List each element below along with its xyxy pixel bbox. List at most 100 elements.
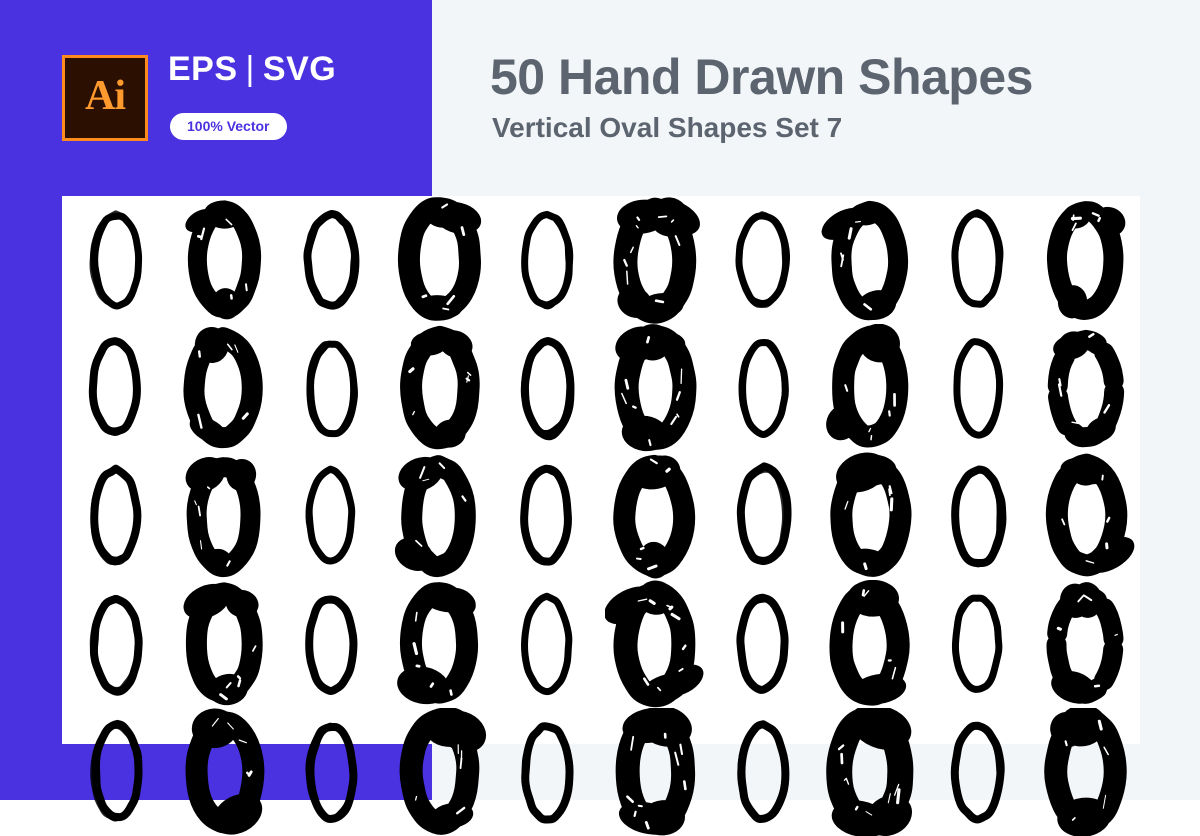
file-formats: EPS | SVG (168, 50, 336, 89)
shapes-canvas (62, 196, 1140, 836)
oval-shape-26 (613, 454, 696, 579)
shape-cell (385, 196, 493, 324)
format-eps-label: EPS (168, 50, 238, 88)
shape-cell (170, 196, 278, 324)
shape-cell (601, 196, 709, 324)
shape-cell (709, 708, 817, 836)
oval-shape-39 (952, 594, 1003, 693)
shape-cell (493, 708, 601, 836)
shape-cell (924, 708, 1032, 836)
oval-shape-47 (736, 720, 790, 824)
shape-cell (493, 452, 601, 580)
oval-shape-19 (953, 338, 1004, 439)
vector-badge: 100% Vector (170, 113, 287, 140)
oval-shape-5 (521, 210, 574, 310)
shape-cell (709, 580, 817, 708)
header-left-block: Ai EPS | SVG 100% Vector (0, 0, 432, 196)
shape-cell (924, 324, 1032, 452)
shape-cell (709, 196, 817, 324)
shape-cell (278, 452, 386, 580)
shape-cell (1032, 196, 1140, 324)
poster-root: Ai EPS | SVG 100% Vector 50 Hand Drawn Sha… (0, 0, 1200, 836)
oval-shape-29 (951, 465, 1007, 568)
oval-shape-8 (822, 200, 909, 321)
shape-cell (924, 196, 1032, 324)
oval-shape-27 (736, 462, 792, 566)
oval-shape-2 (185, 200, 261, 320)
oval-shape-20 (1047, 329, 1125, 448)
shape-cell (601, 708, 709, 836)
oval-shape-30 (1045, 453, 1135, 577)
oval-shape-13 (306, 340, 359, 438)
shape-cell (385, 324, 493, 452)
shape-cell (924, 452, 1032, 580)
oval-shape-45 (521, 722, 574, 824)
oval-shape-42 (185, 708, 265, 835)
oval-shape-32 (183, 582, 263, 706)
oval-shape-38 (829, 580, 911, 706)
oval-shape-28 (830, 452, 912, 577)
oval-shape-31 (89, 594, 143, 696)
shape-cell (817, 452, 925, 580)
shape-cell (709, 452, 817, 580)
oval-shape-23 (306, 465, 356, 565)
shape-cell (385, 580, 493, 708)
adobe-illustrator-icon: Ai (62, 55, 148, 141)
oval-shape-7 (735, 211, 790, 309)
oval-shape-40 (1046, 582, 1124, 704)
oval-shape-44 (399, 708, 487, 835)
shape-cell (62, 708, 170, 836)
format-separator: | (245, 50, 255, 88)
oval-shape-48 (826, 708, 914, 836)
oval-shape-9 (951, 209, 1004, 308)
oval-shape-21 (90, 464, 142, 566)
oval-shape-11 (88, 337, 141, 436)
shape-cell (601, 324, 709, 452)
shape-cell (1032, 324, 1140, 452)
shape-cell (170, 452, 278, 580)
oval-shape-37 (736, 593, 789, 694)
shape-cell (278, 708, 386, 836)
shape-cell (817, 580, 925, 708)
oval-shape-24 (395, 455, 477, 578)
shape-cell (62, 580, 170, 708)
oval-shape-1 (89, 210, 142, 310)
oval-shape-3 (303, 209, 360, 310)
shape-cell (601, 452, 709, 580)
oval-shape-50 (1044, 708, 1127, 836)
shape-cell (493, 580, 601, 708)
oval-shape-14 (400, 325, 480, 450)
oval-shape-22 (185, 457, 261, 578)
oval-shape-49 (951, 721, 1005, 824)
oval-shape-6 (613, 197, 700, 324)
format-svg-label: SVG (262, 50, 337, 88)
shape-cell (62, 452, 170, 580)
page-title: 50 Hand Drawn Shapes (490, 49, 1033, 105)
shape-cell (1032, 708, 1140, 836)
oval-shape-35 (521, 592, 573, 696)
shapes-grid (62, 196, 1140, 836)
oval-shape-18 (826, 324, 909, 448)
shape-cell (493, 324, 601, 452)
shape-cell (1032, 580, 1140, 708)
oval-shape-36 (604, 580, 704, 708)
shape-cell (385, 708, 493, 836)
shape-cell (278, 196, 386, 324)
oval-shape-34 (397, 582, 479, 705)
oval-shape-16 (614, 324, 697, 452)
page-subtitle: Vertical Oval Shapes Set 7 (492, 112, 843, 143)
shape-cell (170, 708, 278, 836)
shape-cell (924, 580, 1032, 708)
shape-cell (709, 324, 817, 452)
shape-cell (62, 324, 170, 452)
oval-shape-4 (398, 197, 482, 321)
shape-cell (278, 324, 386, 452)
shape-cell (493, 196, 601, 324)
shape-cell (817, 324, 925, 452)
oval-shape-10 (1047, 201, 1126, 320)
oval-shape-25 (520, 464, 573, 566)
oval-shape-15 (520, 336, 575, 441)
oval-shape-46 (615, 708, 695, 836)
ai-badge-label: Ai (85, 73, 126, 119)
shape-cell (817, 196, 925, 324)
